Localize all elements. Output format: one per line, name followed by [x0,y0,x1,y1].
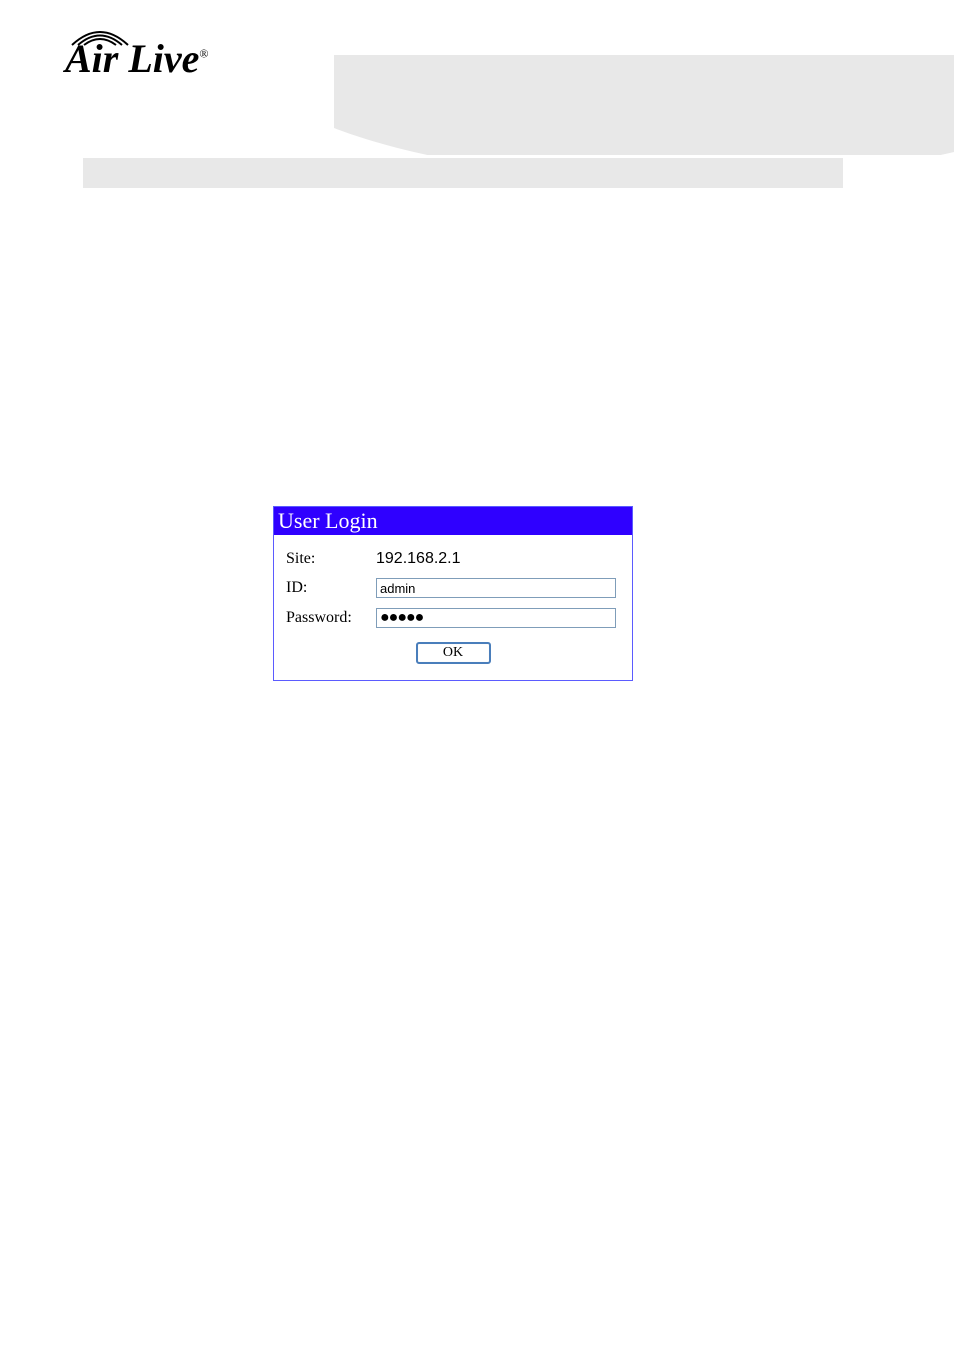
id-row: ID: [286,578,620,598]
header-swoosh [334,55,954,155]
password-label: Password: [286,609,376,627]
login-title: User Login [274,507,632,535]
id-input[interactable] [376,578,616,598]
ok-button[interactable]: OK [416,642,491,664]
site-row: Site: 192.168.2.1 [286,550,620,568]
password-input[interactable]: ●●●●● [376,608,616,628]
login-form: Site: 192.168.2.1 ID: Password: ●●●●● OK [274,535,632,680]
brand-name: Air Live® [65,35,209,82]
site-label: Site: [286,550,376,568]
header-area: Air Live® [0,0,954,200]
button-row: OK [286,642,620,664]
brand-logo: Air Live® [65,35,275,105]
header-bar [83,158,843,188]
password-row: Password: ●●●●● [286,608,620,628]
registered-mark: ® [199,47,208,61]
site-value: 192.168.2.1 [376,550,461,568]
id-label: ID: [286,579,376,597]
login-panel: User Login Site: 192.168.2.1 ID: Passwor… [273,506,633,681]
